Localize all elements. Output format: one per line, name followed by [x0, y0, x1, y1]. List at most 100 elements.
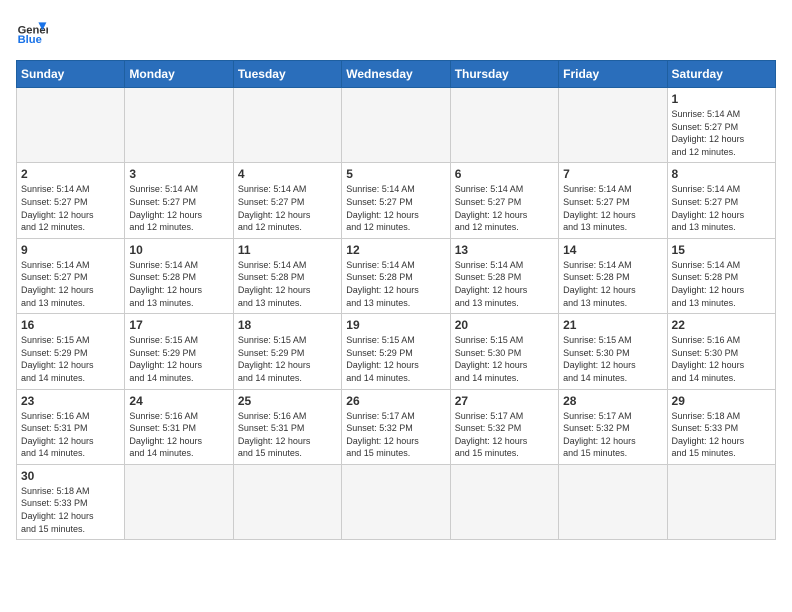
day-info: Sunrise: 5:14 AM Sunset: 5:28 PM Dayligh… [346, 259, 445, 309]
day-number: 11 [238, 243, 337, 257]
calendar-cell: 12 Sunrise: 5:14 AM Sunset: 5:28 PM Dayli… [342, 238, 450, 313]
calendar-header-saturday: Saturday [667, 61, 775, 88]
day-number: 13 [455, 243, 554, 257]
calendar-week-row-2: 2 Sunrise: 5:14 AM Sunset: 5:27 PM Daylig… [17, 163, 776, 238]
calendar-cell: 19Sunrise: 5:15 AM Sunset: 5:29 PM Dayli… [342, 314, 450, 389]
calendar-cell: 14 Sunrise: 5:14 AM Sunset: 5:28 PM Dayli… [559, 238, 667, 313]
calendar-cell: 26 Sunrise: 5:17 AM Sunset: 5:32 PM Dayli… [342, 389, 450, 464]
calendar-cell: 8Sunrise: 5:14 AM Sunset: 5:27 PM Daylig… [667, 163, 775, 238]
day-info: Sunrise: 5:14 AM Sunset: 5:27 PM Dayligh… [672, 183, 771, 233]
day-info: Sunrise: 5:14 AM Sunset: 5:27 PM Dayligh… [21, 259, 120, 309]
calendar-cell [667, 464, 775, 539]
calendar-week-row-6: 30 Sunrise: 5:18 AM Sunset: 5:33 PM Dayli… [17, 464, 776, 539]
day-info: Sunrise: 5:14 AM Sunset: 5:27 PM Dayligh… [238, 183, 337, 233]
calendar-cell [233, 88, 341, 163]
calendar-header-row: SundayMondayTuesdayWednesdayThursdayFrid… [17, 61, 776, 88]
logo: General Blue [16, 16, 52, 48]
day-info: Sunrise: 5:18 AM Sunset: 5:33 PM Dayligh… [21, 485, 120, 535]
calendar-cell [450, 464, 558, 539]
day-number: 27 [455, 394, 554, 408]
day-info: Sunrise: 5:15 AM Sunset: 5:30 PM Dayligh… [563, 334, 662, 384]
day-info: Sunrise: 5:14 AM Sunset: 5:27 PM Dayligh… [21, 183, 120, 233]
calendar-cell: 20 Sunrise: 5:15 AM Sunset: 5:30 PM Dayli… [450, 314, 558, 389]
day-number: 18 [238, 318, 337, 332]
day-number: 30 [21, 469, 120, 483]
calendar-week-row-3: 9 Sunrise: 5:14 AM Sunset: 5:27 PM Daylig… [17, 238, 776, 313]
calendar-cell: 21 Sunrise: 5:15 AM Sunset: 5:30 PM Dayli… [559, 314, 667, 389]
calendar-header-sunday: Sunday [17, 61, 125, 88]
day-number: 2 [21, 167, 120, 181]
day-number: 7 [563, 167, 662, 181]
day-number: 29 [672, 394, 771, 408]
day-number: 6 [455, 167, 554, 181]
calendar-cell: 2 Sunrise: 5:14 AM Sunset: 5:27 PM Daylig… [17, 163, 125, 238]
calendar-cell: 25Sunrise: 5:16 AM Sunset: 5:31 PM Dayli… [233, 389, 341, 464]
day-number: 25 [238, 394, 337, 408]
calendar-cell [559, 464, 667, 539]
day-info: Sunrise: 5:14 AM Sunset: 5:28 PM Dayligh… [455, 259, 554, 309]
calendar-cell [450, 88, 558, 163]
day-number: 5 [346, 167, 445, 181]
calendar-cell: 10 Sunrise: 5:14 AM Sunset: 5:28 PM Dayli… [125, 238, 233, 313]
logo-icon: General Blue [16, 16, 48, 48]
calendar-cell: 16Sunrise: 5:15 AM Sunset: 5:29 PM Dayli… [17, 314, 125, 389]
day-number: 9 [21, 243, 120, 257]
calendar-cell: 7 Sunrise: 5:14 AM Sunset: 5:27 PM Daylig… [559, 163, 667, 238]
calendar-cell: 28 Sunrise: 5:17 AM Sunset: 5:32 PM Dayli… [559, 389, 667, 464]
calendar-header-wednesday: Wednesday [342, 61, 450, 88]
day-info: Sunrise: 5:16 AM Sunset: 5:31 PM Dayligh… [129, 410, 228, 460]
day-info: Sunrise: 5:14 AM Sunset: 5:28 PM Dayligh… [238, 259, 337, 309]
calendar-cell [342, 464, 450, 539]
day-number: 28 [563, 394, 662, 408]
calendar-week-row-4: 16Sunrise: 5:15 AM Sunset: 5:29 PM Dayli… [17, 314, 776, 389]
day-info: Sunrise: 5:15 AM Sunset: 5:29 PM Dayligh… [21, 334, 120, 384]
calendar-cell: 6Sunrise: 5:14 AM Sunset: 5:27 PM Daylig… [450, 163, 558, 238]
day-number: 21 [563, 318, 662, 332]
calendar-cell: 17 Sunrise: 5:15 AM Sunset: 5:29 PM Dayli… [125, 314, 233, 389]
day-info: Sunrise: 5:15 AM Sunset: 5:29 PM Dayligh… [346, 334, 445, 384]
calendar-cell: 11 Sunrise: 5:14 AM Sunset: 5:28 PM Dayli… [233, 238, 341, 313]
day-info: Sunrise: 5:14 AM Sunset: 5:28 PM Dayligh… [563, 259, 662, 309]
day-info: Sunrise: 5:14 AM Sunset: 5:28 PM Dayligh… [129, 259, 228, 309]
calendar-cell [125, 464, 233, 539]
day-info: Sunrise: 5:14 AM Sunset: 5:28 PM Dayligh… [672, 259, 771, 309]
day-number: 20 [455, 318, 554, 332]
day-number: 22 [672, 318, 771, 332]
day-info: Sunrise: 5:15 AM Sunset: 5:29 PM Dayligh… [129, 334, 228, 384]
day-number: 17 [129, 318, 228, 332]
calendar-cell: 23Sunrise: 5:16 AM Sunset: 5:31 PM Dayli… [17, 389, 125, 464]
calendar-cell [125, 88, 233, 163]
calendar-cell: 18 Sunrise: 5:15 AM Sunset: 5:29 PM Dayli… [233, 314, 341, 389]
day-info: Sunrise: 5:14 AM Sunset: 5:27 PM Dayligh… [129, 183, 228, 233]
calendar-header-monday: Monday [125, 61, 233, 88]
day-number: 26 [346, 394, 445, 408]
day-info: Sunrise: 5:17 AM Sunset: 5:32 PM Dayligh… [563, 410, 662, 460]
day-number: 14 [563, 243, 662, 257]
calendar-week-row-1: 1Sunrise: 5:14 AM Sunset: 5:27 PM Daylig… [17, 88, 776, 163]
calendar-cell [559, 88, 667, 163]
day-info: Sunrise: 5:15 AM Sunset: 5:30 PM Dayligh… [455, 334, 554, 384]
day-info: Sunrise: 5:14 AM Sunset: 5:27 PM Dayligh… [563, 183, 662, 233]
day-number: 15 [672, 243, 771, 257]
calendar-cell [233, 464, 341, 539]
calendar-header-tuesday: Tuesday [233, 61, 341, 88]
page-header: General Blue [16, 16, 776, 48]
calendar-cell: 1Sunrise: 5:14 AM Sunset: 5:27 PM Daylig… [667, 88, 775, 163]
calendar-cell: 9 Sunrise: 5:14 AM Sunset: 5:27 PM Daylig… [17, 238, 125, 313]
day-info: Sunrise: 5:17 AM Sunset: 5:32 PM Dayligh… [455, 410, 554, 460]
calendar-week-row-5: 23Sunrise: 5:16 AM Sunset: 5:31 PM Dayli… [17, 389, 776, 464]
day-number: 10 [129, 243, 228, 257]
day-number: 24 [129, 394, 228, 408]
day-info: Sunrise: 5:15 AM Sunset: 5:29 PM Dayligh… [238, 334, 337, 384]
day-number: 1 [672, 92, 771, 106]
day-info: Sunrise: 5:16 AM Sunset: 5:30 PM Dayligh… [672, 334, 771, 384]
day-info: Sunrise: 5:14 AM Sunset: 5:27 PM Dayligh… [346, 183, 445, 233]
calendar-cell: 3Sunrise: 5:14 AM Sunset: 5:27 PM Daylig… [125, 163, 233, 238]
calendar-cell: 13 Sunrise: 5:14 AM Sunset: 5:28 PM Dayli… [450, 238, 558, 313]
calendar-cell: 30 Sunrise: 5:18 AM Sunset: 5:33 PM Dayli… [17, 464, 125, 539]
calendar-cell [342, 88, 450, 163]
day-number: 12 [346, 243, 445, 257]
calendar-table: SundayMondayTuesdayWednesdayThursdayFrid… [16, 60, 776, 540]
day-info: Sunrise: 5:17 AM Sunset: 5:32 PM Dayligh… [346, 410, 445, 460]
calendar-cell: 29Sunrise: 5:18 AM Sunset: 5:33 PM Dayli… [667, 389, 775, 464]
